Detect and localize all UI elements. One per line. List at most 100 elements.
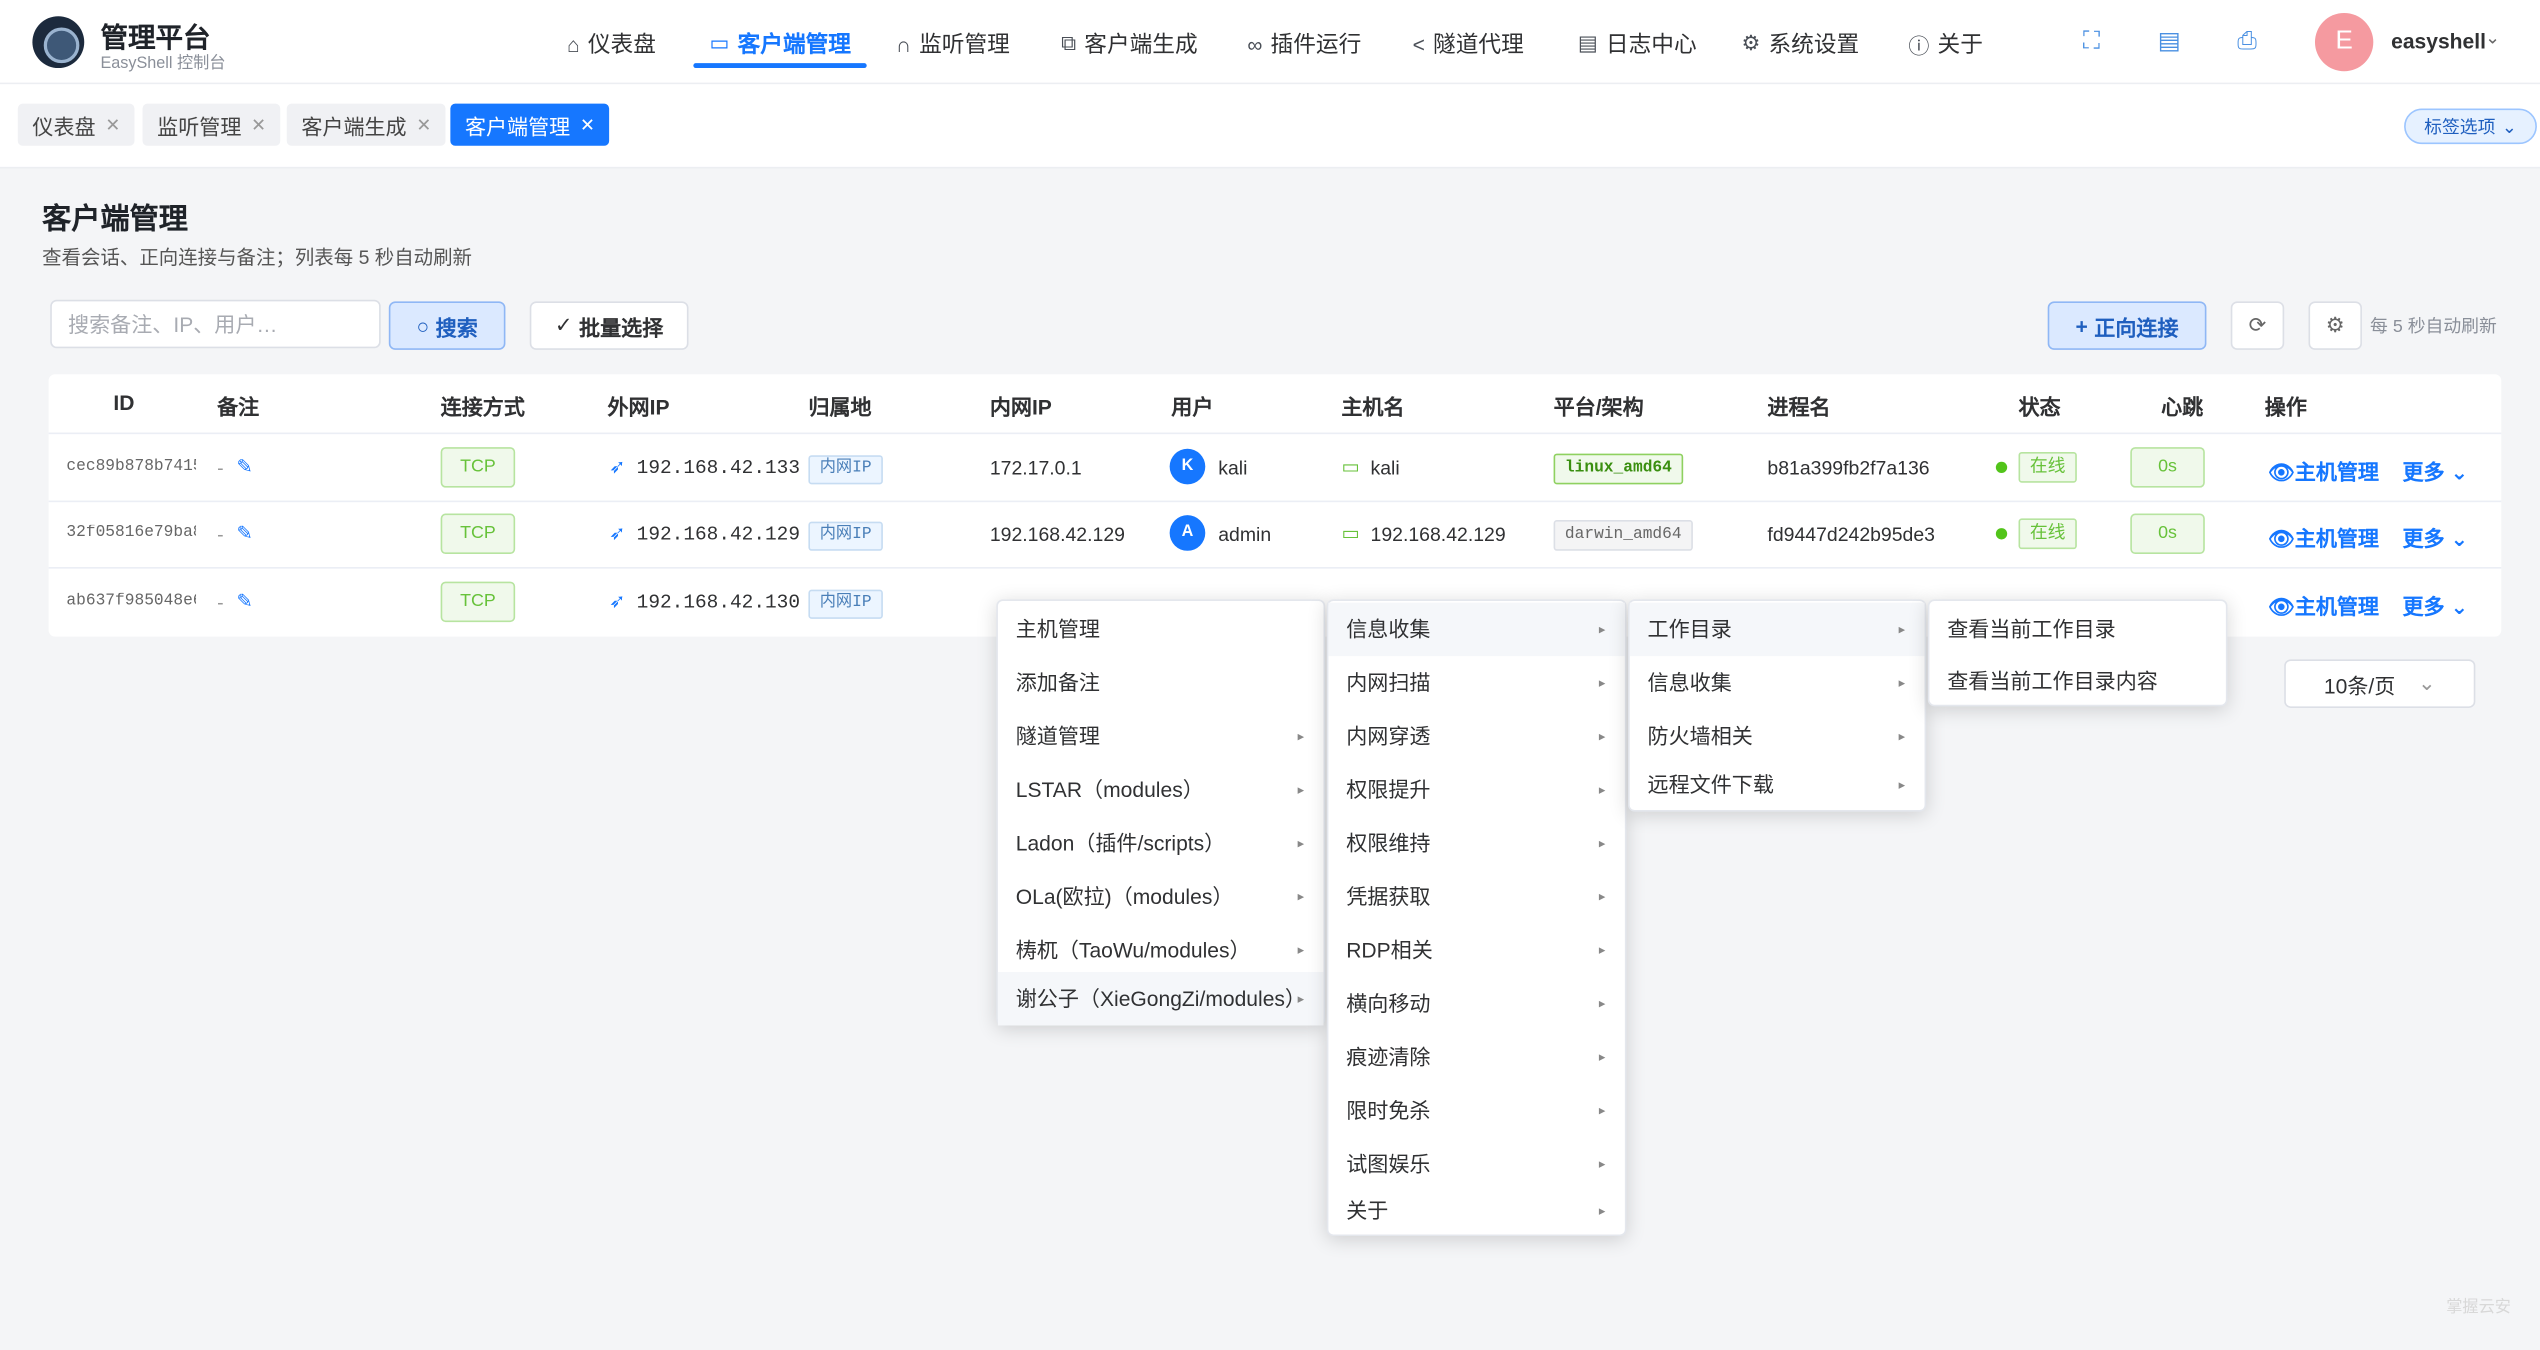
caret-right-icon: ▸: [1598, 782, 1606, 798]
close-icon[interactable]: ✕: [416, 114, 431, 135]
check-icon: ✓: [554, 312, 573, 337]
tab-listener-management[interactable]: 监听管理 ✕: [142, 103, 281, 146]
avatar[interactable]: E: [2314, 12, 2374, 72]
eye-icon: 👁: [2268, 460, 2295, 485]
row-external-ip: 192.168.42.130: [636, 591, 801, 614]
edit-note-icon[interactable]: ✎: [237, 522, 253, 545]
host-manage-link[interactable]: 👁主机管理: [2268, 455, 2379, 486]
settings-button[interactable]: ⚙: [2308, 301, 2362, 350]
nav-item-client-generation[interactable]: ⧉ 客户端生成: [1061, 19, 1198, 68]
host-manage-link[interactable]: 👁主机管理: [2268, 522, 2379, 553]
nav-label: 监听管理: [919, 30, 1010, 57]
menu-item-persistence[interactable]: 权限维持 ▸: [1328, 816, 1624, 869]
more-dropdown[interactable]: 更多 ⌄: [2402, 590, 2468, 621]
menu-item-taowu[interactable]: 梼杌（TaoWu/modules） ▸: [998, 923, 1324, 976]
menu-item-intranet-scan[interactable]: 内网扫描 ▸: [1328, 656, 1624, 709]
printer-icon[interactable]: ⎙: [2232, 28, 2261, 57]
menu-item-privilege-escalation[interactable]: 权限提升 ▸: [1328, 763, 1624, 816]
caret-right-icon: ▸: [1297, 782, 1305, 798]
menu-item-label: RDP相关: [1346, 937, 1433, 963]
fullscreen-icon[interactable]: ⛶: [2077, 28, 2106, 57]
close-icon[interactable]: ✕: [251, 114, 266, 135]
caret-right-icon: ▸: [1598, 675, 1606, 691]
search-input[interactable]: [50, 299, 381, 349]
tab-client-generation[interactable]: 客户端生成 ✕: [286, 103, 446, 146]
page-size-select[interactable]: 10条/页 ⌄: [2284, 659, 2476, 708]
brand-subtitle: EasyShell 控制台: [100, 55, 226, 73]
close-icon[interactable]: ✕: [105, 114, 120, 135]
plus-icon: +: [2075, 313, 2088, 338]
column-header-note: 备注: [217, 395, 260, 420]
menu-item-intranet-penetration[interactable]: 内网穿透 ▸: [1328, 710, 1624, 763]
username[interactable]: easyshell: [2391, 29, 2486, 53]
menu-item-working-directory[interactable]: 工作目录 ▸: [1629, 602, 1925, 657]
close-icon[interactable]: ✕: [580, 114, 595, 135]
menu-item-firewall[interactable]: 防火墙相关 ▸: [1630, 710, 1925, 763]
nav-item-about[interactable]: ⓘ 关于: [1908, 19, 1983, 68]
caret-right-icon: ▸: [1598, 942, 1606, 958]
menu-item-lateral-movement[interactable]: 横向移动 ▸: [1328, 977, 1624, 1030]
connection-tag: TCP: [440, 581, 516, 623]
nav-item-listener-management[interactable]: ∩ 监听管理: [896, 19, 1010, 68]
menu-item-label: 内网穿透: [1346, 724, 1431, 749]
menu-item-av-evasion[interactable]: 限时免杀 ▸: [1328, 1084, 1624, 1137]
nav-item-client-management[interactable]: ▭ 客户端管理: [710, 19, 851, 68]
column-header-location: 归属地: [808, 395, 872, 420]
caret-right-icon: ▸: [1297, 942, 1305, 958]
menu-item-host-management[interactable]: 主机管理: [998, 603, 1324, 656]
menu-item-tunnel-management[interactable]: 隧道管理 ▸: [998, 710, 1324, 763]
home-icon: ⌂: [567, 31, 580, 56]
more-dropdown[interactable]: 更多 ⌄: [2402, 455, 2468, 486]
host-manage-label: 主机管理: [2294, 526, 2380, 551]
menu-item-credential-dump[interactable]: 凭据获取 ▸: [1328, 870, 1624, 923]
column-header-platform: 平台/架构: [1553, 395, 1644, 420]
menu-item-entertainment[interactable]: 试图娱乐 ▸: [1328, 1137, 1624, 1190]
nav-item-dashboard[interactable]: ⌂ 仪表盘: [567, 19, 656, 68]
connection-tag: TCP: [440, 513, 516, 555]
nav-item-log-center[interactable]: ▤ 日志中心: [1578, 19, 1697, 68]
menu-item-add-note[interactable]: 添加备注: [998, 656, 1324, 709]
nav-item-plugin-run[interactable]: ∞ 插件运行: [1247, 19, 1361, 68]
tab-options-button[interactable]: 标签选项 ⌄: [2404, 108, 2537, 145]
menu-item-view-cwd-contents[interactable]: 查看当前工作目录内容: [1929, 654, 2225, 707]
more-dropdown[interactable]: 更多 ⌄: [2402, 522, 2468, 553]
edit-note-icon[interactable]: ✎: [237, 455, 253, 478]
menu-item-info-collect[interactable]: 信息收集 ▸: [1328, 602, 1625, 657]
menu-item-lstar[interactable]: LSTAR（modules） ▸: [998, 763, 1324, 816]
host-manage-link[interactable]: 👁主机管理: [2268, 590, 2379, 621]
menu-item-info-collect-sub[interactable]: 信息收集 ▸: [1630, 656, 1925, 709]
page-title: 客户端管理: [42, 202, 188, 235]
edit-note-icon[interactable]: ✎: [237, 590, 253, 613]
menu-item-rdp[interactable]: RDP相关 ▸: [1328, 923, 1624, 976]
row-process: fd9447d242b95de3: [1767, 523, 1936, 546]
search-button-label: 搜索: [435, 315, 478, 340]
tab-client-management[interactable]: 客户端管理 ✕: [450, 103, 610, 146]
menu-item-xiegongzi[interactable]: 谢公子（XieGongZi/modules） ▸: [997, 972, 1324, 1026]
tab-dashboard[interactable]: 仪表盘 ✕: [17, 103, 135, 146]
nav-item-system-settings[interactable]: ⚙ 系统设置: [1742, 19, 1860, 68]
nav-label: 隧道代理: [1433, 30, 1524, 57]
menu-item-about[interactable]: 关于 ▸: [1328, 1184, 1624, 1237]
client-table: [48, 374, 2502, 637]
refresh-icon: ⟳: [2248, 312, 2267, 337]
menu-item-ladon[interactable]: Ladon（插件/scripts） ▸: [998, 816, 1324, 869]
caret-right-icon: ▸: [1898, 777, 1906, 793]
row-user: admin: [1218, 523, 1272, 546]
chevron-down-icon[interactable]: ⌄: [2485, 28, 2500, 48]
row-internal-ip: 172.17.0.1: [989, 456, 1082, 480]
caret-right-icon: ▸: [1297, 835, 1305, 851]
row-id: ab637f985048e6: [66, 592, 197, 611]
menu-item-label: 权限维持: [1346, 831, 1431, 856]
document-icon[interactable]: ▤: [2155, 28, 2184, 57]
menu-item-label: 内网扫描: [1346, 670, 1431, 695]
column-header-process: 进程名: [1767, 395, 1831, 420]
menu-item-ola[interactable]: OLa(欧拉)（modules） ▸: [998, 870, 1324, 923]
menu-item-trace-cleanup[interactable]: 痕迹清除 ▸: [1328, 1030, 1624, 1083]
menu-item-remote-download[interactable]: 远程文件下载 ▸: [1630, 758, 1925, 811]
batch-select-button[interactable]: ✓ 批量选择: [529, 301, 689, 350]
refresh-button[interactable]: ⟳: [2230, 301, 2285, 350]
menu-item-view-cwd[interactable]: 查看当前工作目录: [1929, 603, 2225, 656]
nav-item-tunnel-proxy[interactable]: < 隧道代理: [1413, 19, 1524, 68]
forward-connect-button[interactable]: + 正向连接: [2047, 301, 2207, 350]
search-button[interactable]: ○ 搜索: [388, 301, 506, 350]
